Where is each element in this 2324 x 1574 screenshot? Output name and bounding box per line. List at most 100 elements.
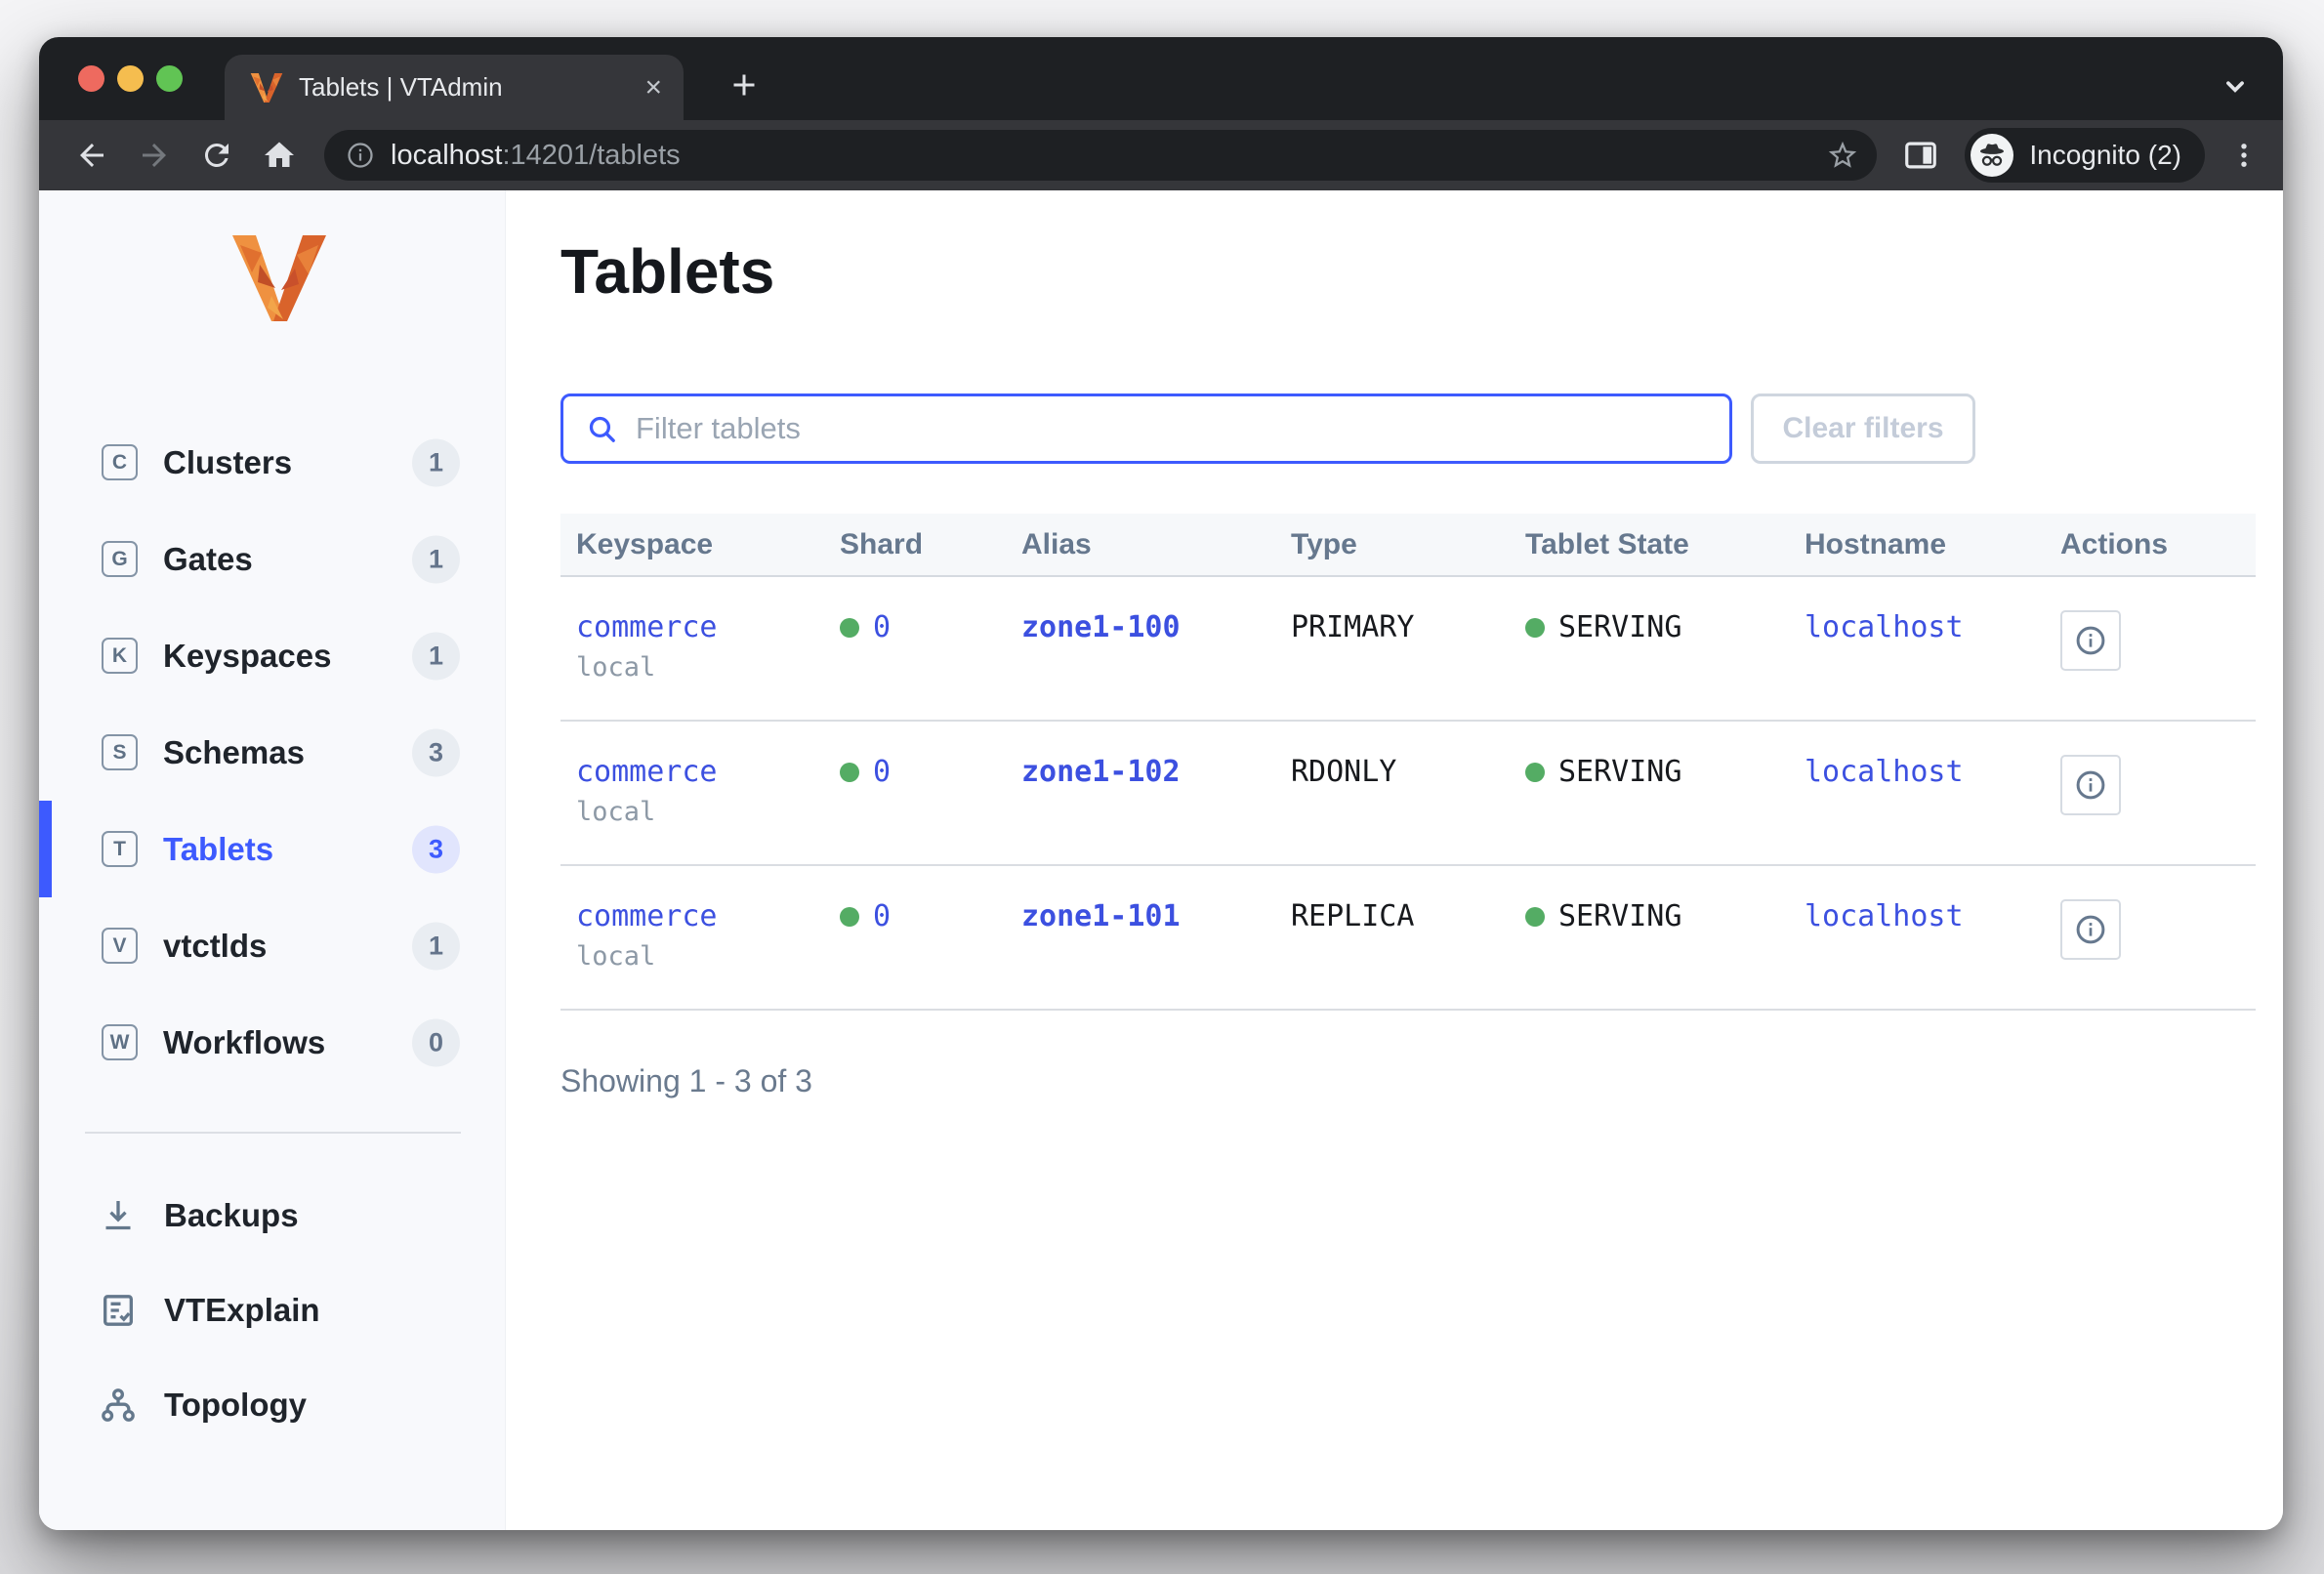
forward-arrow-icon [137, 138, 172, 173]
topology-icon [98, 1385, 139, 1426]
filter-row: Clear filters [560, 394, 2283, 464]
browser-menu-button[interactable] [2220, 129, 2267, 182]
incognito-avatar [1971, 134, 2013, 177]
incognito-icon [1976, 140, 2008, 171]
plus-icon [726, 67, 762, 103]
tablet-type: REPLICA [1275, 866, 1510, 1009]
sidebar-item-topology[interactable]: Topology [39, 1357, 505, 1452]
column-header-actions: Actions [2045, 528, 2256, 561]
table-row: commerce local 0 zone1-100 PRIMARY SERVI… [560, 577, 2256, 722]
sidebar-item-tablets[interactable]: T Tablets 3 [39, 801, 505, 897]
serving-status-dot [1525, 907, 1545, 927]
site-info-icon[interactable] [346, 141, 375, 170]
count-badge: 1 [412, 438, 460, 486]
tablet-actions-button[interactable] [2060, 899, 2121, 960]
sidebar-item-workflows[interactable]: W Workflows 0 [39, 994, 505, 1091]
count-badge: 1 [412, 922, 460, 970]
serving-status-dot [1525, 763, 1545, 782]
count-badge: 0 [412, 1018, 460, 1066]
tablets-letter-icon: T [102, 831, 138, 867]
desktop-background: Tablets | VTAdmin × [0, 0, 2324, 1574]
tablets-table: Keyspace Shard Alias Type Tablet State H… [560, 514, 2256, 1011]
vitess-logo [230, 233, 328, 323]
close-tab-icon[interactable]: × [644, 73, 662, 103]
incognito-badge[interactable]: Incognito (2) [1965, 128, 2205, 183]
serving-status-dot [1525, 618, 1545, 638]
tablet-actions-button[interactable] [2060, 610, 2121, 671]
close-window-button[interactable] [78, 65, 104, 92]
address-bar[interactable]: localhost:14201/tablets [324, 130, 1877, 181]
sidebar-item-label: Backups [164, 1197, 299, 1234]
hostname-link[interactable]: localhost [1805, 899, 1964, 933]
cluster-name: local [576, 652, 824, 683]
keyspace-link[interactable]: commerce [576, 755, 718, 789]
bookmark-star-icon[interactable] [1826, 139, 1859, 172]
keyspace-link[interactable]: commerce [576, 610, 718, 644]
sidebar-item-label: Clusters [163, 444, 292, 481]
sidebar-item-keyspaces[interactable]: K Keyspaces 1 [39, 607, 505, 704]
column-header-hostname: Hostname [1789, 528, 2045, 561]
url-path: :14201/tablets [502, 140, 680, 171]
back-button[interactable] [64, 128, 119, 183]
new-tab-button[interactable] [723, 63, 766, 106]
incognito-label: Incognito (2) [2029, 140, 2181, 171]
tablet-alias-link[interactable]: zone1-102 [1021, 755, 1181, 789]
tablet-alias-link[interactable]: zone1-100 [1021, 610, 1181, 644]
tab-strip: Tablets | VTAdmin × [39, 37, 2283, 120]
url-text: localhost:14201/tablets [391, 140, 681, 172]
tablet-type: RDONLY [1275, 722, 1510, 864]
count-badge: 3 [412, 728, 460, 776]
kebab-menu-icon [2227, 139, 2261, 172]
sidebar-tools: Backups VTExplain [39, 1168, 505, 1452]
shard-link[interactable]: 0 [873, 755, 891, 789]
zoom-window-button[interactable] [156, 65, 183, 92]
table-row: commerce local 0 zone1-101 REPLICA SERVI… [560, 866, 2256, 1011]
sidebar-item-backups[interactable]: Backups [39, 1168, 505, 1263]
sidebar-item-clusters[interactable]: C Clusters 1 [39, 414, 505, 511]
shard-status-dot [840, 618, 859, 638]
browser-tab-tablets[interactable]: Tablets | VTAdmin × [225, 55, 684, 120]
reload-button[interactable] [189, 128, 244, 183]
side-panel-button[interactable] [1894, 129, 1947, 182]
workflows-letter-icon: W [102, 1024, 138, 1060]
reload-icon [199, 138, 234, 173]
info-icon [2073, 623, 2108, 658]
table-row: commerce local 0 zone1-102 RDONLY SERVIN… [560, 722, 2256, 866]
pagination-summary: Showing 1 - 3 of 3 [560, 1063, 2283, 1099]
forward-button[interactable] [127, 128, 182, 183]
back-arrow-icon [74, 138, 109, 173]
keyspace-link[interactable]: commerce [576, 899, 718, 933]
browser-toolbar: localhost:14201/tablets [39, 120, 2283, 190]
tablet-state: SERVING [1558, 610, 1681, 644]
download-icon [98, 1195, 139, 1236]
keyspaces-letter-icon: K [102, 638, 138, 674]
sidebar-nav: C Clusters 1 G Gates 1 K Keyspaces 1 [39, 414, 505, 1091]
cluster-name: local [576, 941, 824, 972]
tablet-state: SERVING [1558, 755, 1681, 789]
home-button[interactable] [252, 128, 307, 183]
shard-link[interactable]: 0 [873, 899, 891, 933]
url-host: localhost [391, 140, 502, 171]
hostname-link[interactable]: localhost [1805, 755, 1964, 789]
sidebar-item-gates[interactable]: G Gates 1 [39, 511, 505, 607]
gates-letter-icon: G [102, 541, 138, 577]
tablet-alias-link[interactable]: zone1-101 [1021, 899, 1181, 933]
vitess-logo-icon [250, 72, 283, 104]
shard-link[interactable]: 0 [873, 610, 891, 644]
tab-title: Tablets | VTAdmin [299, 72, 629, 103]
sidebar-item-vtexplain[interactable]: VTExplain [39, 1263, 505, 1357]
filter-tablets-input[interactable] [560, 394, 1732, 464]
tab-search-button[interactable] [2217, 67, 2254, 104]
tablet-state: SERVING [1558, 899, 1681, 933]
sidebar-item-label: Tablets [163, 831, 273, 868]
hostname-link[interactable]: localhost [1805, 610, 1964, 644]
clear-filters-button[interactable]: Clear filters [1751, 394, 1975, 464]
minimize-window-button[interactable] [117, 65, 144, 92]
count-badge: 3 [412, 825, 460, 873]
tablet-type: PRIMARY [1275, 577, 1510, 720]
info-icon [2073, 767, 2108, 803]
sidebar-item-vtctlds[interactable]: V vtctlds 1 [39, 897, 505, 994]
sidebar-item-schemas[interactable]: S Schemas 3 [39, 704, 505, 801]
tablet-actions-button[interactable] [2060, 755, 2121, 815]
sidebar-item-label: Keyspaces [163, 638, 331, 675]
